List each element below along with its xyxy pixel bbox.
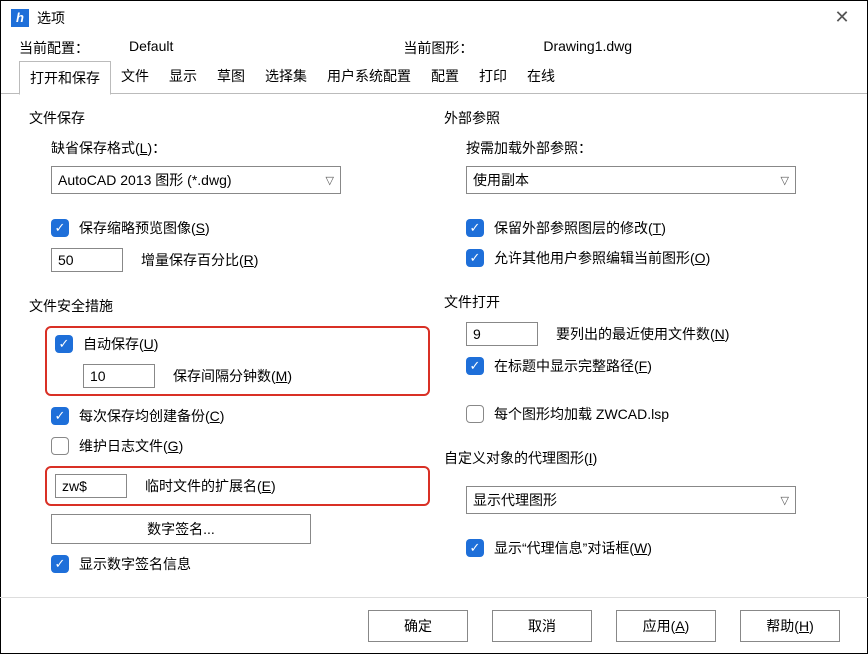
tempext-input[interactable]: zw$: [55, 474, 127, 498]
backup-checkbox[interactable]: ✓: [51, 407, 69, 425]
signature-button[interactable]: 数字签名...: [51, 514, 311, 544]
group-file-safety: 文件安全措施 ✓ 自动保存(U) 10 保存间隔分钟数(M) ✓ 每次保存均创建…: [29, 296, 424, 574]
tab-plot[interactable]: 打印: [469, 60, 517, 94]
loadlsp-label: 每个图形均加载 ZWCAD.lsp: [494, 404, 669, 424]
fullpath-checkbox[interactable]: ✓: [466, 357, 484, 375]
retain-checkbox[interactable]: ✓: [466, 219, 484, 237]
group-file-open: 文件打开 9 要列出的最近使用文件数(N) ✓ 在标题中显示完整路径(F) 每个…: [444, 292, 839, 424]
close-icon[interactable]: ✕: [827, 7, 857, 28]
show-sig-label: 显示数字签名信息: [79, 554, 191, 574]
interval-label: 保存间隔分钟数(M): [173, 366, 292, 386]
file-open-title: 文件打开: [444, 292, 839, 312]
retain-label: 保留外部参照图层的修改(T): [494, 218, 666, 238]
ok-button[interactable]: 确定: [368, 610, 468, 642]
format-label: 缺省保存格式(L)：: [51, 138, 424, 158]
tab-selection[interactable]: 选择集: [255, 60, 317, 94]
tempext-label: 临时文件的扩展名(E): [145, 476, 276, 496]
backup-label: 每次保存均创建备份(C): [79, 406, 224, 426]
autosave-label: 自动保存(U): [83, 334, 158, 354]
group-proxy: 自定义对象的代理图形(I) 显示代理图形 ▽ ✓ 显示“代理信息”对话框(W): [444, 448, 839, 558]
xref-load-value: 使用副本: [473, 170, 529, 190]
proxy-value: 显示代理图形: [473, 490, 557, 510]
recent-input[interactable]: 9: [466, 322, 538, 346]
loadlsp-checkbox[interactable]: [466, 405, 484, 423]
proxy-title: 自定义对象的代理图形(I): [444, 448, 839, 468]
allow-edit-checkbox[interactable]: ✓: [466, 249, 484, 267]
current-config-value: Default: [129, 38, 173, 58]
thumbnail-label: 保存缩略预览图像(S): [79, 218, 210, 238]
group-xref: 外部参照 按需加载外部参照： 使用副本 ▽ ✓ 保留外部参照图层的修改(T) ✓…: [444, 108, 839, 268]
tab-file[interactable]: 文件: [111, 60, 159, 94]
chevron-down-icon: ▽: [326, 174, 334, 187]
tab-online[interactable]: 在线: [517, 60, 565, 94]
app-icon: h: [11, 9, 29, 27]
show-proxy-checkbox[interactable]: ✓: [466, 539, 484, 557]
xref-load-label: 按需加载外部参照：: [466, 138, 839, 158]
apply-button[interactable]: 应用(A): [616, 610, 716, 642]
xref-title: 外部参照: [444, 108, 839, 128]
info-row: 当前配置： Default 当前图形： Drawing1.dwg: [1, 34, 867, 60]
incremental-label: 增量保存百分比(R): [141, 250, 258, 270]
tab-user-pref[interactable]: 用户系统配置: [317, 60, 421, 94]
log-label: 维护日志文件(G): [79, 436, 183, 456]
group-file-save: 文件保存 缺省保存格式(L)： AutoCAD 2013 图形 (*.dwg) …: [29, 108, 424, 272]
footer: 确定 取消 应用(A) 帮助(H): [0, 597, 868, 654]
tempext-highlight: zw$ 临时文件的扩展名(E): [45, 466, 430, 506]
tab-draft[interactable]: 草图: [207, 60, 255, 94]
show-sig-checkbox[interactable]: ✓: [51, 555, 69, 573]
window-title: 选项: [37, 8, 827, 28]
thumbnail-checkbox[interactable]: ✓: [51, 219, 69, 237]
file-save-title: 文件保存: [29, 108, 424, 128]
recent-label: 要列出的最近使用文件数(N): [556, 324, 729, 344]
chevron-down-icon: ▽: [781, 494, 789, 507]
show-proxy-label: 显示“代理信息”对话框(W): [494, 538, 652, 558]
tabs: 打开和保存 文件 显示 草图 选择集 用户系统配置 配置 打印 在线: [1, 60, 867, 94]
autosave-checkbox[interactable]: ✓: [55, 335, 73, 353]
log-checkbox[interactable]: [51, 437, 69, 455]
help-button[interactable]: 帮助(H): [740, 610, 840, 642]
incremental-input[interactable]: 50: [51, 248, 123, 272]
format-select[interactable]: AutoCAD 2013 图形 (*.dwg) ▽: [51, 166, 341, 194]
file-safety-title: 文件安全措施: [29, 296, 424, 316]
autosave-highlight: ✓ 自动保存(U) 10 保存间隔分钟数(M): [45, 326, 430, 396]
xref-load-select[interactable]: 使用副本 ▽: [466, 166, 796, 194]
allow-edit-label: 允许其他用户参照编辑当前图形(O): [494, 248, 710, 268]
tab-display[interactable]: 显示: [159, 60, 207, 94]
proxy-select[interactable]: 显示代理图形 ▽: [466, 486, 796, 514]
current-config-label: 当前配置：: [19, 38, 89, 58]
format-value: AutoCAD 2013 图形 (*.dwg): [58, 170, 232, 190]
chevron-down-icon: ▽: [781, 174, 789, 187]
fullpath-label: 在标题中显示完整路径(F): [494, 356, 652, 376]
current-drawing-label: 当前图形：: [403, 38, 473, 58]
current-drawing-value: Drawing1.dwg: [543, 38, 632, 58]
tab-profiles[interactable]: 配置: [421, 60, 469, 94]
interval-input[interactable]: 10: [83, 364, 155, 388]
cancel-button[interactable]: 取消: [492, 610, 592, 642]
tab-open-save[interactable]: 打开和保存: [19, 61, 111, 95]
